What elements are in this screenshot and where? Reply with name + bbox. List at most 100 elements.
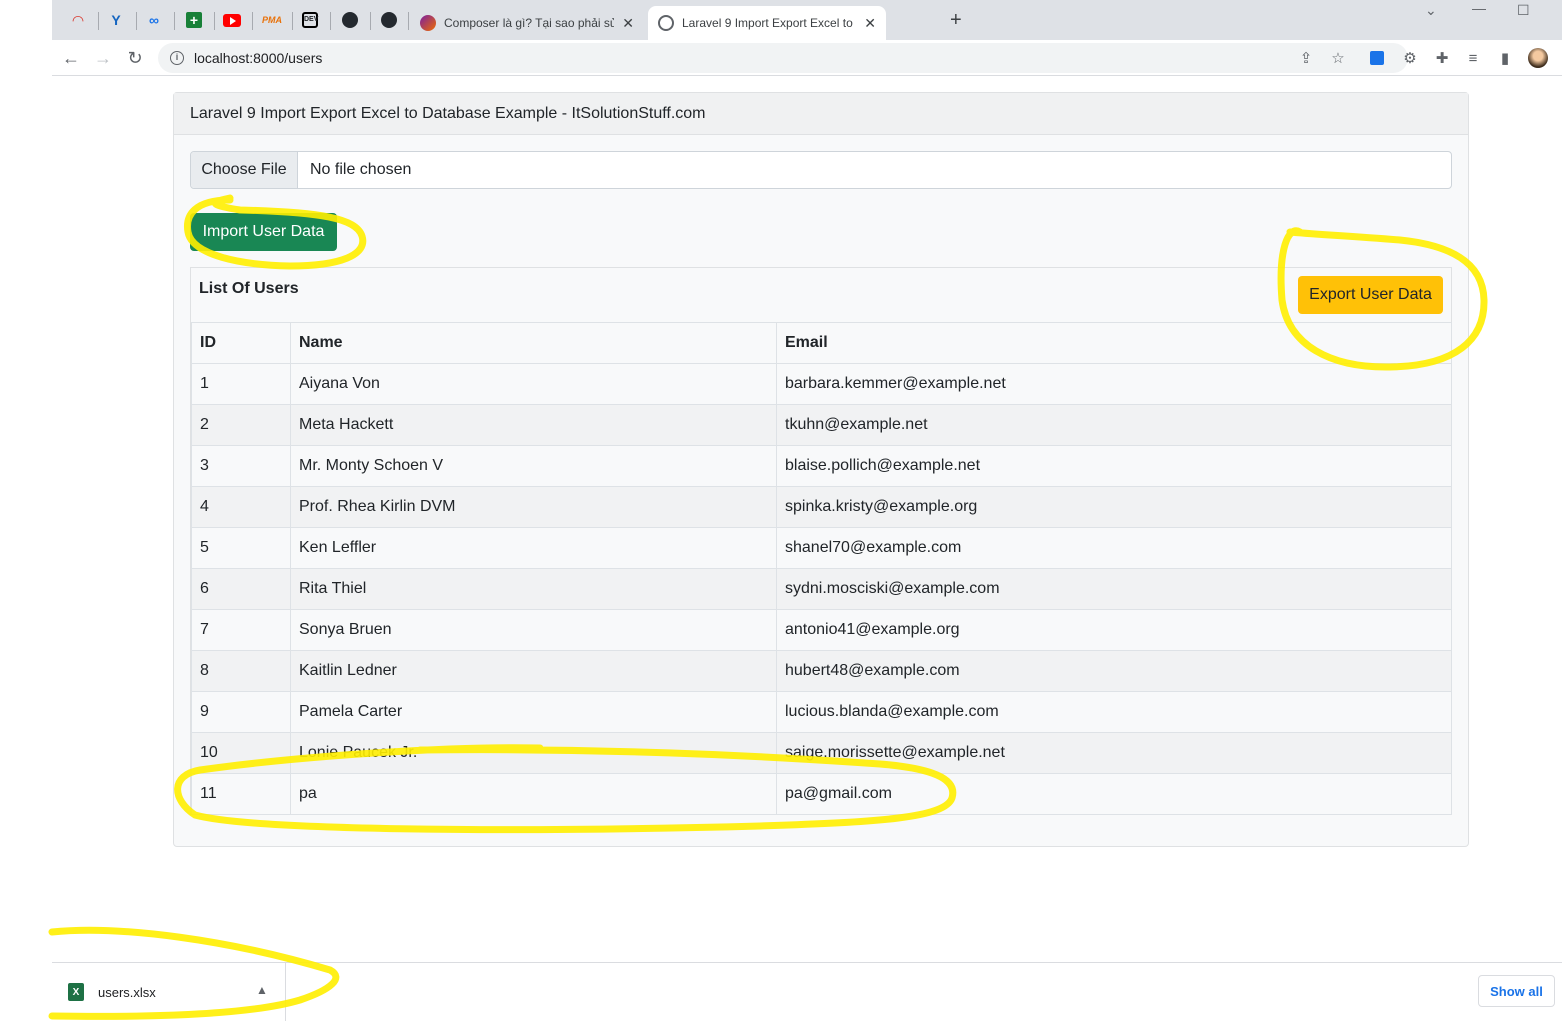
- tab-separator: [98, 12, 99, 30]
- cell-id: 8: [191, 650, 291, 692]
- cell-email: pa@gmail.com: [776, 773, 1452, 815]
- globe-icon: [658, 15, 674, 31]
- cell-email: hubert48@example.com: [776, 650, 1452, 692]
- maximize-icon[interactable]: ☐: [1517, 2, 1530, 19]
- export-user-data-button[interactable]: Export User Data: [1298, 276, 1443, 314]
- tab-separator: [174, 12, 175, 30]
- table-row: 4 Prof. Rhea Kirlin DVM spinka.kristy@exam…: [191, 486, 1452, 528]
- tab-laravel[interactable]: Laravel 9 Import Export Excel to Databas…: [648, 6, 886, 40]
- cell-name: pa: [290, 773, 777, 815]
- address-bar[interactable]: i localhost:8000/users: [158, 43, 1408, 73]
- new-tab-button[interactable]: +: [950, 9, 962, 32]
- tab-separator: [252, 12, 253, 30]
- tab-composer[interactable]: Composer là gì? Tại sao phải sử dụng ✕: [410, 6, 644, 40]
- pinned-tab-icon-arc[interactable]: ◠: [66, 8, 90, 32]
- cell-email: tkuhn@example.net: [776, 404, 1452, 446]
- tab-separator: [370, 12, 371, 30]
- cell-email: blaise.pollich@example.net: [776, 445, 1452, 487]
- extensions-puzzle-icon[interactable]: ✚: [1432, 48, 1452, 68]
- bookmark-star-icon[interactable]: ☆: [1328, 48, 1348, 68]
- download-shelf: X users.xlsx ▲ Show all: [52, 962, 1562, 1030]
- phpmyadmin-icon[interactable]: PMA: [260, 8, 284, 32]
- tab-separator: [292, 12, 293, 30]
- composer-favicon-icon: [420, 15, 436, 31]
- youtube-icon[interactable]: [220, 8, 244, 32]
- minimize-icon[interactable]: —: [1472, 0, 1486, 16]
- browser-toolbar: ← → ↻ i localhost:8000/users ⇪ ☆ ⚙ ✚ ≡ ▮: [52, 40, 1562, 76]
- github-icon[interactable]: [377, 8, 401, 32]
- cell-email: barbara.kemmer@example.net: [776, 363, 1452, 405]
- cell-name: Pamela Carter: [290, 691, 777, 733]
- table-row: 9 Pamela Carter lucious.blanda@example.com: [191, 691, 1452, 733]
- tab-title: Composer là gì? Tại sao phải sử dụng: [444, 16, 615, 30]
- list-title: List Of Users: [199, 280, 299, 297]
- tab-separator: [136, 12, 137, 30]
- import-export-card: Laravel 9 Import Export Excel to Databas…: [173, 92, 1469, 847]
- pinned-tab-icon-plus[interactable]: +: [182, 8, 206, 32]
- table-row: 8 Kaitlin Ledner hubert48@example.com: [191, 650, 1452, 692]
- cell-id: 10: [191, 732, 291, 774]
- browser-tab-strip: ◠ Y ∞ + PMA DEV Composer là gì? Tại sao …: [52, 0, 1562, 40]
- table-row: 7 Sonya Bruen antonio41@example.org: [191, 609, 1452, 651]
- table-row: 5 Ken Leffler shanel70@example.com: [191, 527, 1452, 569]
- close-tab-icon[interactable]: ✕: [622, 15, 634, 32]
- cell-name: Kaitlin Ledner: [290, 650, 777, 692]
- pinned-tab-icon-infinity[interactable]: ∞: [142, 8, 166, 32]
- close-tab-icon[interactable]: ✕: [864, 15, 876, 32]
- side-panel-icon[interactable]: ▮: [1495, 48, 1515, 68]
- import-user-data-button[interactable]: Import User Data: [190, 213, 337, 251]
- reload-icon[interactable]: ↻: [124, 47, 146, 69]
- users-table: ID Name Email 1 Aiyana Von barbara.kemmer@…: [191, 322, 1452, 815]
- column-header-id: ID: [191, 322, 291, 364]
- download-item[interactable]: X users.xlsx ▲: [52, 963, 286, 1021]
- file-upload-input[interactable]: Choose File No file chosen: [190, 151, 1452, 189]
- tab-separator: [214, 12, 215, 30]
- cell-id: 6: [191, 568, 291, 610]
- cell-id: 7: [191, 609, 291, 651]
- table-row: 1 Aiyana Von barbara.kemmer@example.net: [191, 363, 1452, 405]
- file-status-text: No file chosen: [310, 161, 412, 178]
- cell-id: 1: [191, 363, 291, 405]
- table-row: 11 pa pa@gmail.com: [191, 773, 1452, 815]
- pinned-tab-icon-y[interactable]: Y: [104, 8, 128, 32]
- profile-avatar[interactable]: [1528, 48, 1548, 68]
- download-file-name: users.xlsx: [98, 984, 156, 1000]
- chevron-up-icon[interactable]: ▲: [256, 983, 268, 997]
- share-icon[interactable]: ⇪: [1296, 48, 1316, 68]
- column-header-name: Name: [290, 322, 777, 364]
- cell-name: Aiyana Von: [290, 363, 777, 405]
- table-row: 2 Meta Hackett tkuhn@example.net: [191, 404, 1452, 446]
- table-row: 6 Rita Thiel sydni.mosciski@example.com: [191, 568, 1452, 610]
- cell-email: spinka.kristy@example.org: [776, 486, 1452, 528]
- cell-id: 3: [191, 445, 291, 487]
- url-text: localhost:8000/users: [194, 50, 323, 66]
- column-header-email: Email: [776, 322, 1452, 364]
- cell-id: 4: [191, 486, 291, 528]
- cell-id: 9: [191, 691, 291, 733]
- tab-title: Laravel 9 Import Export Excel to Databas…: [682, 16, 856, 30]
- cell-name: Meta Hackett: [290, 404, 777, 446]
- choose-file-button[interactable]: Choose File: [191, 152, 298, 188]
- extension-gear-icon[interactable]: ⚙: [1400, 48, 1420, 68]
- tab-separator: [408, 12, 409, 30]
- cell-email: antonio41@example.org: [776, 609, 1452, 651]
- table-header-row: ID Name Email: [191, 322, 1452, 364]
- table-row: 10 Lonie Paucek Jr. saige.morissette@examp…: [191, 732, 1452, 774]
- github-icon[interactable]: [338, 8, 362, 32]
- show-all-downloads-button[interactable]: Show all: [1478, 975, 1555, 1007]
- translate-icon[interactable]: [1367, 48, 1387, 68]
- site-info-icon[interactable]: i: [170, 51, 184, 65]
- cell-email: saige.morissette@example.net: [776, 732, 1452, 774]
- forward-arrow-icon[interactable]: →: [92, 47, 114, 69]
- excel-file-icon: X: [68, 983, 84, 1001]
- reading-list-icon[interactable]: ≡: [1463, 48, 1483, 68]
- cell-email: lucious.blanda@example.com: [776, 691, 1452, 733]
- users-list-panel: List Of Users Export User Data ID Name E…: [190, 267, 1452, 815]
- cell-name: Prof. Rhea Kirlin DVM: [290, 486, 777, 528]
- back-arrow-icon[interactable]: ←: [60, 47, 82, 69]
- cell-id: 5: [191, 527, 291, 569]
- table-row: 3 Mr. Monty Schoen Vblaise.pollich@exampl…: [191, 445, 1452, 487]
- cell-name: Sonya Bruen: [290, 609, 777, 651]
- tab-search-chevron-icon[interactable]: ⌄: [1425, 2, 1437, 19]
- devto-icon[interactable]: DEV: [298, 8, 322, 32]
